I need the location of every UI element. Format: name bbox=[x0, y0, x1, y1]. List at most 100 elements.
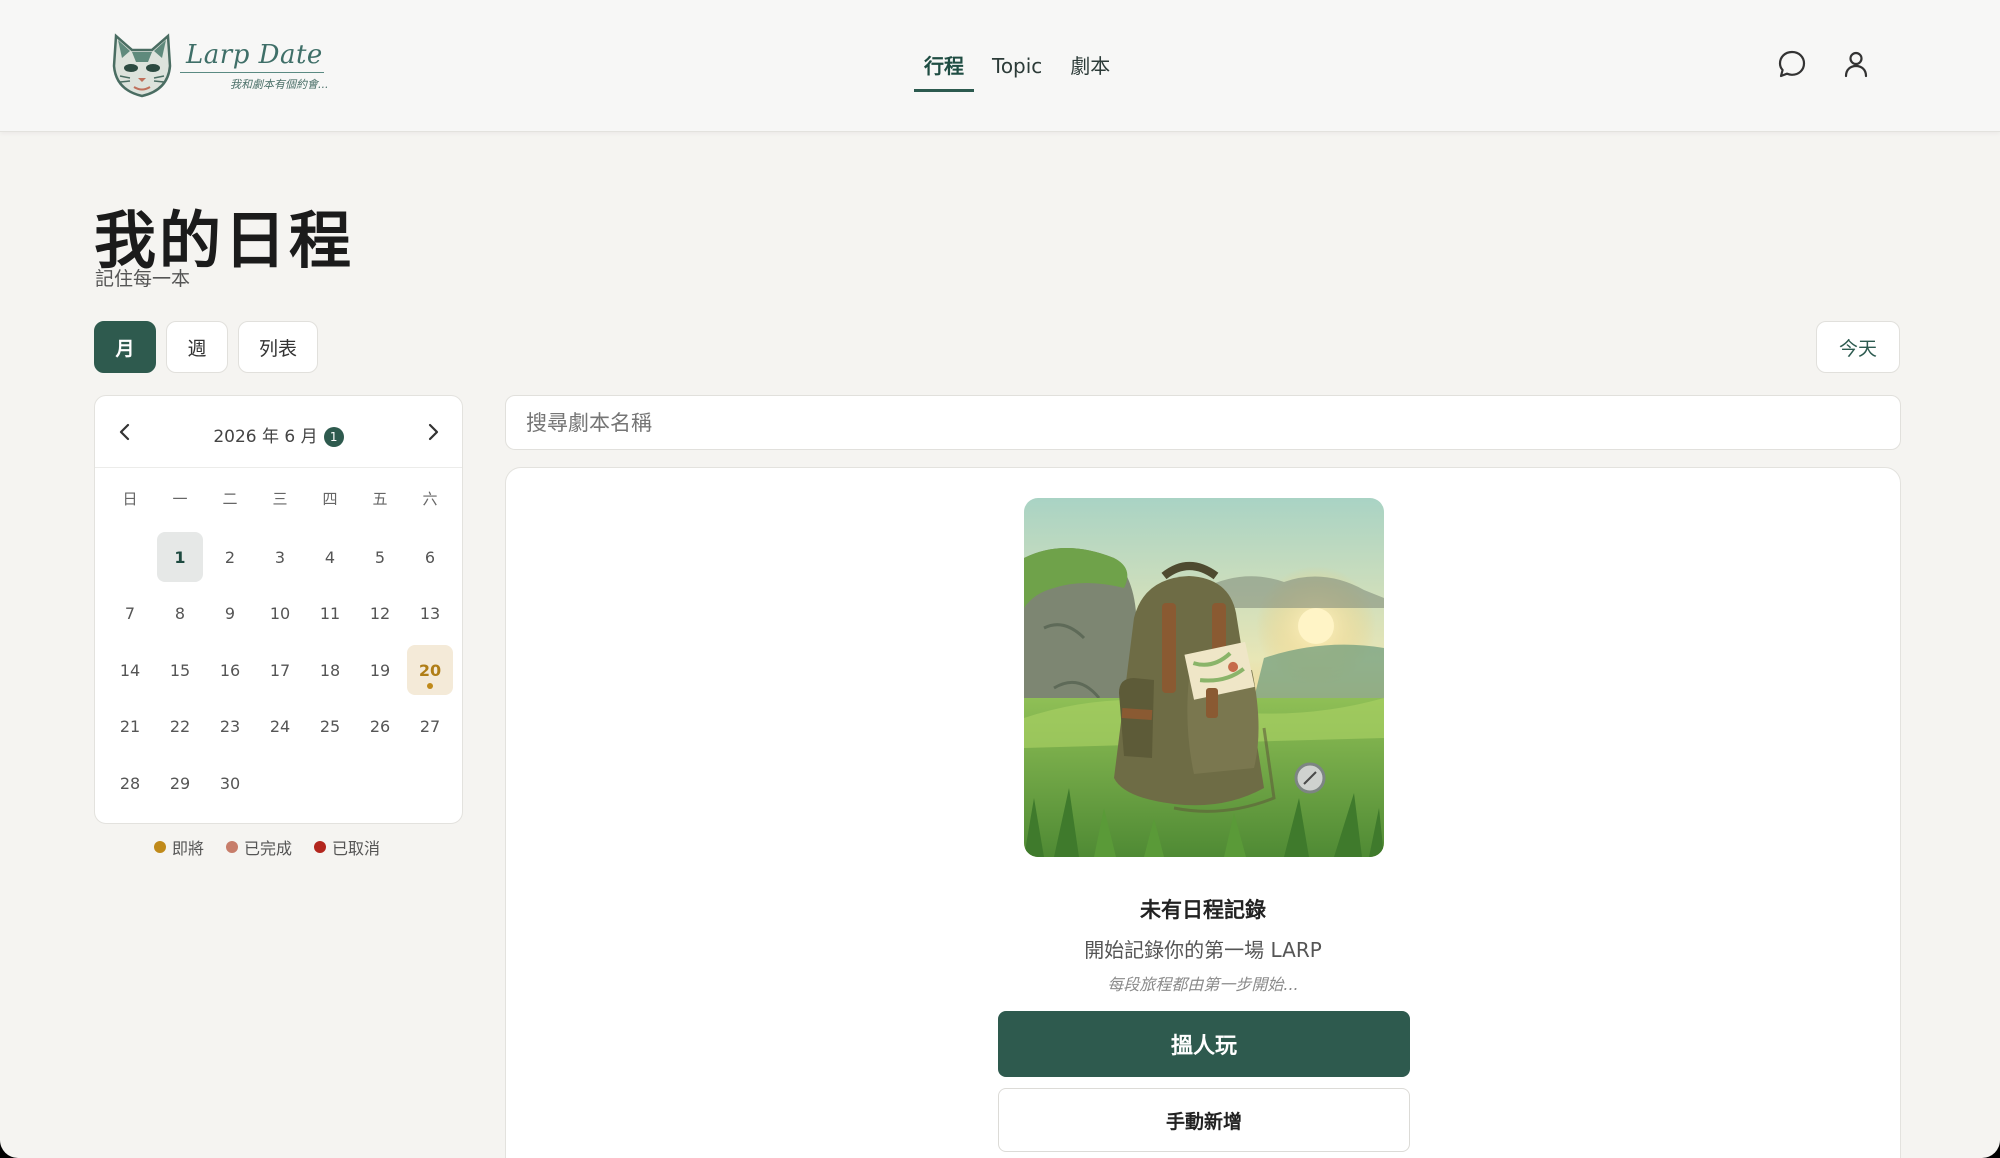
calendar-week-row: 1 2 3 4 5 6 bbox=[105, 532, 455, 589]
legend-label: 已取消 bbox=[332, 839, 381, 858]
calendar-day[interactable]: 28 bbox=[105, 758, 155, 808]
calendar-day[interactable]: 27 bbox=[405, 702, 455, 752]
calendar-day[interactable]: 1 bbox=[157, 532, 203, 582]
nav-item-schedule[interactable]: 行程 bbox=[914, 0, 974, 132]
chevron-right-icon[interactable] bbox=[421, 420, 445, 444]
legend-dot-icon bbox=[314, 841, 327, 853]
legend-item: 已取消 bbox=[314, 835, 380, 859]
brand-tagline: 我和劇本有個約會... bbox=[230, 78, 329, 91]
weekday-label: 日 bbox=[122, 489, 138, 508]
view-tab-list[interactable]: 列表 bbox=[238, 321, 319, 373]
calendar-day[interactable]: 9 bbox=[205, 589, 255, 639]
day-number: 19 bbox=[369, 660, 391, 680]
day-number: 5 bbox=[374, 547, 386, 567]
calendar-day[interactable]: 11 bbox=[305, 589, 355, 639]
day-number: 26 bbox=[369, 717, 391, 736]
calendar-day[interactable]: 21 bbox=[105, 702, 155, 752]
status-legend: 即將 已完成 已取消 bbox=[154, 835, 402, 859]
legend-item: 即將 bbox=[154, 835, 204, 859]
calendar-day[interactable]: 8 bbox=[155, 589, 205, 639]
calendar-day[interactable]: 30 bbox=[205, 758, 255, 808]
today-button[interactable]: 今天 bbox=[1816, 321, 1900, 373]
weekday-label: 二 bbox=[222, 489, 238, 508]
day-number: 9 bbox=[224, 604, 236, 623]
calendar-day[interactable]: 7 bbox=[105, 589, 155, 639]
day-number: 10 bbox=[269, 604, 291, 623]
weekday-row: 日一二三四五六 bbox=[105, 480, 455, 532]
mini-calendar: 2026 年 6 月1 日一二三四五六 1 2 3 4 5 6 7 8 9 10 11 12 13 14 15… bbox=[94, 395, 463, 824]
calendar-day[interactable]: 16 bbox=[205, 645, 255, 695]
calendar-day[interactable]: 15 bbox=[155, 645, 205, 695]
legend-item: 已完成 bbox=[226, 835, 292, 859]
day-number: 16 bbox=[219, 660, 241, 680]
calendar-day[interactable]: 5 bbox=[355, 532, 405, 582]
day-number: 12 bbox=[369, 604, 391, 623]
calendar-day[interactable]: 10 bbox=[255, 589, 305, 639]
search-input[interactable] bbox=[505, 395, 1901, 450]
calendar-day[interactable]: 6 bbox=[405, 532, 455, 582]
calendar-day[interactable]: 2 bbox=[205, 532, 255, 582]
legend-dot-icon bbox=[154, 841, 166, 853]
day-number: 7 bbox=[124, 604, 136, 623]
calendar-day[interactable]: 17 bbox=[255, 645, 305, 695]
day-number: 15 bbox=[169, 660, 191, 680]
weekday-label: 三 bbox=[272, 489, 288, 508]
calendar-grid: 日一二三四五六 1 2 3 4 5 6 7 8 9 10 11 12 13 14 15 16 17 18 19 20 21… bbox=[105, 480, 455, 815]
calendar-day[interactable]: 29 bbox=[155, 758, 205, 808]
calendar-day[interactable]: 19 bbox=[355, 645, 405, 695]
calendar-empty-cell bbox=[355, 758, 405, 808]
schedule-card: 未有日程記錄 開始記錄你的第一場 LARP 每段旅程都由第一步開始... 搵人玩… bbox=[505, 467, 1901, 1158]
legend-label: 已完成 bbox=[244, 839, 293, 858]
calendar-day[interactable]: 20 bbox=[407, 645, 453, 695]
day-number: 3 bbox=[274, 547, 286, 567]
chat-icon[interactable] bbox=[1776, 48, 1808, 80]
user-icon[interactable] bbox=[1840, 48, 1872, 80]
calendar-day[interactable]: 13 bbox=[405, 589, 455, 639]
calendar-week-row: 28 29 30 bbox=[105, 758, 455, 815]
calendar-empty-cell bbox=[405, 758, 455, 808]
app-window: Larp Date 我和劇本有個約會... 行程 Topic 劇本 我的日程 記… bbox=[0, 0, 2000, 1158]
calendar-day[interactable]: 25 bbox=[305, 702, 355, 752]
main-nav: 行程 Topic 劇本 bbox=[914, 0, 1128, 132]
event-dot bbox=[427, 683, 433, 689]
calendar-month-label: 2026 年 6 月1 bbox=[95, 422, 462, 447]
day-number: 30 bbox=[219, 773, 241, 793]
day-number: 4 bbox=[324, 547, 336, 567]
calendar-day[interactable]: 4 bbox=[305, 532, 355, 582]
day-number: 29 bbox=[169, 773, 191, 793]
calendar-day[interactable]: 22 bbox=[155, 702, 205, 752]
calendar-day[interactable]: 24 bbox=[255, 702, 305, 752]
day-number: 1 bbox=[174, 547, 186, 567]
day-number: 22 bbox=[169, 717, 191, 736]
brand-name: Larp Date bbox=[186, 40, 323, 70]
view-tab-month[interactable]: 月 bbox=[94, 321, 156, 373]
legend-label: 即將 bbox=[172, 839, 205, 858]
day-number: 8 bbox=[174, 604, 186, 623]
day-number: 27 bbox=[419, 717, 441, 736]
find-players-button[interactable]: 搵人玩 bbox=[998, 1011, 1410, 1077]
day-number: 14 bbox=[119, 660, 141, 680]
day-number: 6 bbox=[424, 547, 436, 567]
calendar-day[interactable]: 14 bbox=[105, 645, 155, 695]
legend-dot-icon bbox=[226, 841, 239, 853]
day-number: 17 bbox=[269, 660, 291, 680]
nav-item-topic[interactable]: Topic bbox=[982, 0, 1052, 132]
day-number: 24 bbox=[269, 717, 291, 736]
day-number: 2 bbox=[224, 547, 236, 567]
calendar-day[interactable]: 26 bbox=[355, 702, 405, 752]
empty-state-description: 開始記錄你的第一場 LARP bbox=[1084, 938, 1322, 962]
manual-add-button[interactable]: 手動新增 bbox=[998, 1088, 1410, 1152]
day-number: 25 bbox=[319, 717, 341, 736]
calendar-day[interactable]: 12 bbox=[355, 589, 405, 639]
calendar-day[interactable]: 18 bbox=[305, 645, 355, 695]
weekday-label: 五 bbox=[372, 489, 388, 508]
calendar-header: 2026 年 6 月1 bbox=[95, 396, 462, 468]
weekday-label: 四 bbox=[322, 489, 338, 508]
empty-state-hint: 每段旅程都由第一步開始... bbox=[1107, 975, 1299, 994]
brand-logo[interactable]: Larp Date 我和劇本有個約會... bbox=[110, 32, 330, 102]
calendar-day[interactable]: 3 bbox=[255, 532, 305, 582]
calendar-day[interactable]: 23 bbox=[205, 702, 255, 752]
view-tab-week[interactable]: 週 bbox=[166, 321, 228, 373]
nav-item-scripts[interactable]: 劇本 bbox=[1060, 0, 1120, 132]
view-switcher: 月 週 列表 bbox=[94, 321, 328, 373]
